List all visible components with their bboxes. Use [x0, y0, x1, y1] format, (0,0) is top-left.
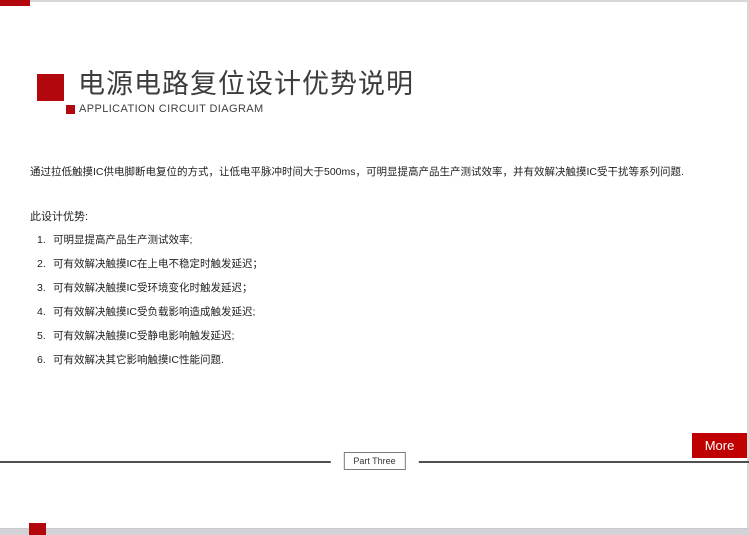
- page-title: 电源电路复位设计优势说明: [78, 68, 414, 100]
- list-item-text: 可明显提高产品生产测试效率;: [53, 228, 192, 252]
- list-item-number: 2.: [37, 252, 53, 276]
- red-accent-square-bottom-left: [29, 523, 46, 535]
- list-item-number: 3.: [37, 276, 53, 300]
- list-item-number: 5.: [37, 324, 53, 348]
- title-red-square-icon: [37, 74, 64, 101]
- list-item-text: 可有效解决触摸IC受静电影响触发延迟;: [53, 324, 234, 348]
- list-item: 2. 可有效解决触摸IC在上电不稳定时触发延迟；: [37, 252, 457, 276]
- more-button[interactable]: More: [692, 433, 747, 458]
- list-item: 5. 可有效解决触摸IC受静电影响触发延迟;: [37, 324, 457, 348]
- list-item: 1. 可明显提高产品生产测试效率;: [37, 228, 457, 252]
- list-item: 4. 可有效解决触摸IC受负载影响造成触发延迟;: [37, 300, 457, 324]
- advantages-heading: 此设计优势:: [30, 208, 88, 224]
- red-accent-bar-top-left: [0, 0, 30, 6]
- intro-paragraph: 通过拉低触摸IC供电脚断电复位的方式，让低电平脉冲时间大于500ms，可明显提高…: [30, 165, 720, 180]
- subtitle-red-square-icon: [66, 105, 75, 114]
- list-item-number: 6.: [37, 348, 53, 372]
- list-item: 6. 可有效解决其它影响触摸IC性能问题.: [37, 348, 457, 372]
- slide: 电源电路复位设计优势说明 APPLICATION CIRCUIT DIAGRAM…: [0, 0, 749, 535]
- list-item-text: 可有效解决触摸IC受环境变化时触发延迟；: [53, 276, 253, 300]
- list-item-number: 4.: [37, 300, 53, 324]
- list-item-text: 可有效解决触摸IC在上电不稳定时触发延迟；: [53, 252, 263, 276]
- window-edge-top: [0, 0, 749, 2]
- part-label-wrap: Part Three: [330, 451, 418, 469]
- window-edge-bottom: [0, 528, 749, 535]
- advantages-list: 1. 可明显提高产品生产测试效率; 2. 可有效解决触摸IC在上电不稳定时触发延…: [37, 228, 457, 372]
- list-item: 3. 可有效解决触摸IC受环境变化时触发延迟；: [37, 276, 457, 300]
- part-label: Part Three: [343, 452, 405, 470]
- list-item-text: 可有效解决触摸IC受负载影响造成触发延迟;: [53, 300, 255, 324]
- subtitle: APPLICATION CIRCUIT DIAGRAM: [79, 102, 264, 116]
- list-item-text: 可有效解决其它影响触摸IC性能问题.: [53, 348, 224, 372]
- list-item-number: 1.: [37, 228, 53, 252]
